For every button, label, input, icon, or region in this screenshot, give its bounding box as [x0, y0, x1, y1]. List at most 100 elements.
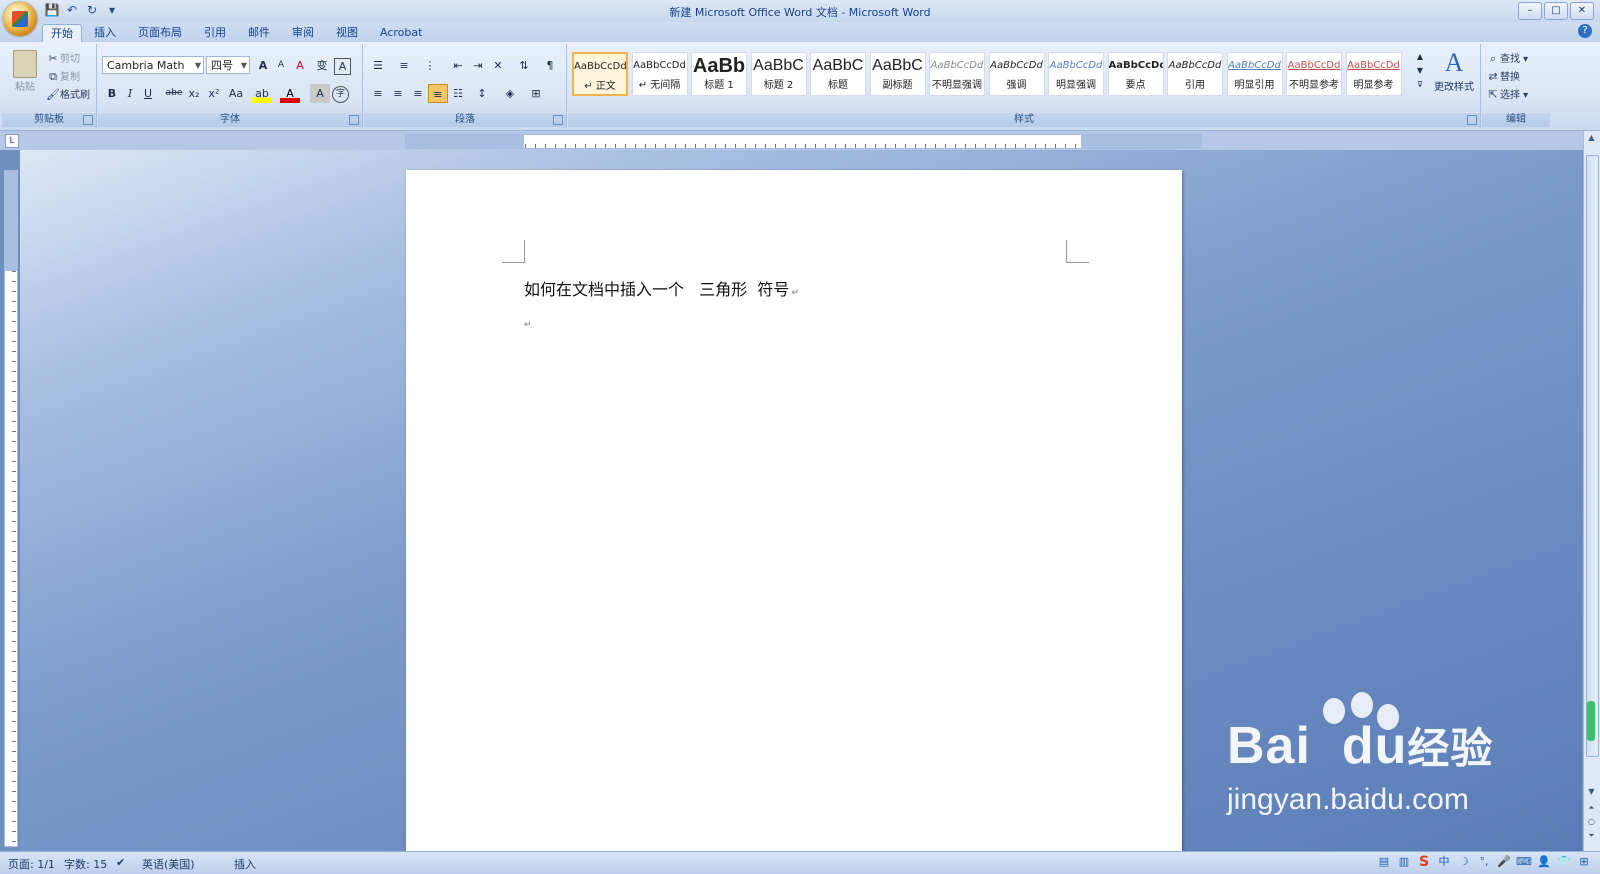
document-page[interactable]: 如何在文档中插入一个 三角形 符号 ↵ ↵ [406, 170, 1182, 851]
style-tile[interactable]: AaBbCcDd 明显强调 [1048, 52, 1104, 96]
sogou-ime-icon[interactable]: S [1416, 854, 1432, 870]
next-page-icon[interactable]: ⏷ [1586, 831, 1597, 843]
font-color-button[interactable]: A [280, 84, 300, 103]
sort-icon[interactable]: ⇅ [514, 56, 534, 75]
scroll-thumb[interactable] [1586, 155, 1599, 757]
tab-home[interactable]: 开始 [42, 24, 82, 43]
office-button[interactable] [3, 2, 37, 36]
styles-launcher-icon[interactable] [1467, 115, 1477, 125]
style-tile[interactable]: AaBbCcDd 要点 [1107, 52, 1164, 96]
change-styles-button[interactable]: A 更改样式 [1430, 48, 1478, 93]
strikethrough-button[interactable]: abe [164, 84, 184, 103]
tab-review[interactable]: 审阅 [284, 24, 322, 42]
ime-punct-icon[interactable]: °, [1476, 854, 1492, 870]
scroll-up-icon[interactable]: ▲ [1586, 133, 1597, 145]
full-screen-icon[interactable]: ▥ [1396, 854, 1412, 870]
replace-button[interactable]: ⇄ 替换 [1486, 68, 1520, 84]
line-spacing-icon[interactable]: ↕ [472, 84, 492, 103]
tab-selector-icon[interactable]: L [5, 134, 19, 148]
style-tile[interactable]: AaBbCcDd 明显参考 [1345, 52, 1402, 96]
font-size-combo[interactable]: 四号 ▼ [206, 56, 250, 74]
bold-button[interactable]: B [102, 84, 122, 103]
underline-button[interactable]: U [138, 84, 158, 103]
shading-icon[interactable]: ◈ [500, 84, 520, 103]
print-layout-icon[interactable]: ▤ [1376, 854, 1392, 870]
italic-button[interactable]: I [120, 84, 140, 103]
gallery-down-icon[interactable]: ▼ [1410, 64, 1430, 78]
show-marks-icon[interactable]: ¶ [540, 56, 560, 75]
vertical-ruler[interactable] [4, 170, 18, 847]
format-painter-button[interactable]: 🖌格式刷 [46, 86, 90, 102]
decrease-indent-icon[interactable]: ⇤ [448, 56, 468, 75]
scroll-down-icon[interactable]: ▼ [1586, 787, 1597, 799]
enclose-char-button[interactable]: 字 [332, 86, 349, 103]
justify-icon[interactable]: ≡ [428, 84, 448, 103]
prev-page-icon[interactable]: ⏶ [1586, 803, 1597, 815]
cut-button[interactable]: ✂ 剪切 [46, 50, 80, 66]
bullets-icon[interactable]: ☰ [368, 56, 388, 75]
font-name-combo[interactable]: Cambria Math ▼ [102, 56, 204, 74]
ime-halfwidth-icon[interactable]: ☽ [1456, 854, 1472, 870]
phonetic-guide-button[interactable]: 变 [312, 56, 332, 75]
tab-view[interactable]: 视图 [328, 24, 366, 42]
style-tile[interactable]: AaBbCcDd ↵ 无间隔 [631, 52, 688, 96]
chinese-layout-icon[interactable]: ✕ [488, 56, 508, 75]
horizontal-ruler[interactable] [405, 134, 1202, 149]
insert-mode-status[interactable]: 插入 [234, 856, 256, 872]
shrink-font-button[interactable]: A [271, 56, 291, 75]
tab-insert[interactable]: 插入 [86, 24, 124, 42]
close-button[interactable]: ✕ [1570, 2, 1594, 20]
word-count[interactable]: 字数: 15 [64, 856, 107, 872]
style-tile[interactable]: AaBb 标题 1 [691, 52, 747, 96]
tab-acrobat[interactable]: Acrobat [372, 24, 430, 42]
style-tile[interactable]: AaBbC 副标题 [869, 52, 926, 96]
maximize-button[interactable]: □ [1544, 2, 1568, 20]
numbering-icon[interactable]: ≡ [394, 56, 414, 75]
multilevel-list-icon[interactable]: ⋮ [420, 56, 440, 75]
gallery-up-icon[interactable]: ▲ [1410, 50, 1430, 64]
tab-page-layout[interactable]: 页面布局 [130, 24, 190, 42]
borders-icon[interactable]: ⊞ [526, 84, 546, 103]
font-launcher-icon[interactable] [349, 115, 359, 125]
style-tile[interactable]: AaBbCcDd 不明显强调 [929, 52, 985, 96]
style-tile[interactable]: AaBbC 标题 [810, 52, 866, 96]
grow-font-button[interactable]: A [253, 56, 273, 75]
select-button[interactable]: ⇱ 选择 ▾ [1486, 86, 1528, 102]
microphone-icon[interactable]: 🎤 [1496, 854, 1512, 870]
toolbox-icon[interactable]: ⊞ [1576, 854, 1592, 870]
ime-chinese-icon[interactable]: 中 [1436, 854, 1452, 870]
style-tile[interactable]: AaBbCcDd ↵ 正文 [572, 52, 628, 96]
language-status[interactable]: 英语(美国) [142, 856, 195, 872]
change-case-button[interactable]: Aa [226, 84, 246, 103]
increase-indent-icon[interactable]: ⇥ [468, 56, 488, 75]
copy-button[interactable]: ⧉ 复制 [46, 68, 80, 84]
style-tile[interactable]: AaBbCcDd 不明显参考 [1286, 52, 1342, 96]
vertical-scrollbar[interactable]: ▲ ▼ ⏶ ○ ⏷ [1583, 131, 1600, 851]
gallery-more-icon[interactable]: ⊽ [1410, 78, 1430, 92]
highlight-button[interactable]: ab [252, 84, 272, 103]
user-icon[interactable]: 👤 [1536, 854, 1552, 870]
proofing-icon[interactable]: ✔ [116, 856, 125, 869]
subscript-button[interactable]: x₂ [184, 84, 204, 103]
browse-object-icon[interactable]: ○ [1586, 817, 1597, 829]
clear-format-button[interactable]: A [290, 56, 310, 75]
minimize-button[interactable]: – [1518, 2, 1542, 20]
help-icon[interactable]: ? [1578, 24, 1592, 38]
paragraph-launcher-icon[interactable] [553, 115, 563, 125]
align-right-icon[interactable]: ≡ [408, 84, 428, 103]
align-left-icon[interactable]: ≡ [368, 84, 388, 103]
char-shading-button[interactable]: A [310, 84, 330, 103]
style-tile[interactable]: AaBbCcDd 强调 [988, 52, 1045, 96]
find-button[interactable]: ⌕ 查找 ▾ [1486, 50, 1528, 66]
paste-button[interactable]: 粘贴 [10, 50, 40, 93]
keyboard-icon[interactable]: ⌨ [1516, 854, 1532, 870]
distribute-icon[interactable]: ☷ [448, 84, 468, 103]
skin-icon[interactable]: 👕 [1556, 854, 1572, 870]
style-tile[interactable]: AaBbCcDd 明显引用 [1226, 52, 1283, 96]
char-border-button[interactable]: A [334, 58, 351, 75]
tab-mailings[interactable]: 邮件 [240, 24, 278, 42]
style-tile[interactable]: AaBbC 标题 2 [750, 52, 807, 96]
superscript-button[interactable]: x² [204, 84, 224, 103]
align-center-icon[interactable]: ≡ [388, 84, 408, 103]
tab-references[interactable]: 引用 [196, 24, 234, 42]
